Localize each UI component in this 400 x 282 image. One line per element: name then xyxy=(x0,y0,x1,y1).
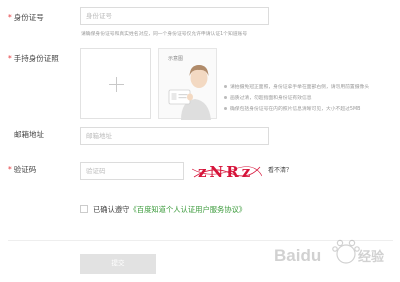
id-photo-label: * 手持身份证照 xyxy=(8,54,59,63)
sample-image: 示意图 xyxy=(158,48,217,120)
refresh-captcha-link[interactable]: 看不清？ xyxy=(268,165,292,174)
submit-button[interactable]: 提交 xyxy=(80,254,156,274)
person-holding-id-illustration xyxy=(168,65,211,120)
required-marker: * xyxy=(8,13,12,22)
agreement-link[interactable]: 《百度知道个人认证用户服务协议》 xyxy=(129,205,246,214)
id-number-input[interactable]: 身份证号 xyxy=(80,7,269,25)
agreement-prefix: 已确认遵守 xyxy=(93,205,130,214)
baidu-jingyan-watermark: Baidu 经验 xyxy=(274,239,385,265)
photo-requirements: 请拍摄免冠正面照，身份证拿手举在面部右侧，请勿用前置摄像头 画质过清，勿超指面和… xyxy=(224,82,369,115)
agreement-row: 已确认遵守《百度知道个人认证用户服务协议》 xyxy=(80,205,246,215)
id-number-label: * 身份证号 xyxy=(8,13,44,22)
required-marker: * xyxy=(8,54,12,63)
email-label: 邮箱地址 xyxy=(14,130,44,139)
svg-text:经验: 经验 xyxy=(358,249,385,265)
svg-text:zNRz: zNRz xyxy=(198,163,253,181)
captcha-label: * 验证码 xyxy=(8,165,37,174)
captcha-code: zNRz xyxy=(191,163,263,181)
requirement-item: 请拍摄免冠正面照，身份证拿手举在面部右侧，请勿用前置摄像头 xyxy=(224,82,369,93)
id-verification-page: * 身份证号 身份证号 请确保身份证号和真实姓名对应，同一个身份证号仅允许申请认证… xyxy=(0,0,400,282)
id-number-hint: 请确保身份证号和真实姓名对应，同一个身份证号仅允许申请认证1个知道账号 xyxy=(81,32,248,37)
svg-text:Baidu: Baidu xyxy=(274,246,321,265)
photo-upload-box[interactable] xyxy=(80,48,151,119)
captcha-input[interactable]: 验证码 xyxy=(80,162,184,180)
email-input[interactable]: 邮箱地址 xyxy=(80,127,269,145)
captcha-image[interactable]: zNRz xyxy=(191,161,263,182)
requirement-item: 确保包括身份证号在内的照片信息清晰可见，大小不超过5MB xyxy=(224,104,369,115)
required-marker: * xyxy=(8,165,12,174)
agreement-checkbox[interactable] xyxy=(80,205,88,213)
requirement-item: 画质过清，勿超指面和身份证有效信息 xyxy=(224,93,369,104)
